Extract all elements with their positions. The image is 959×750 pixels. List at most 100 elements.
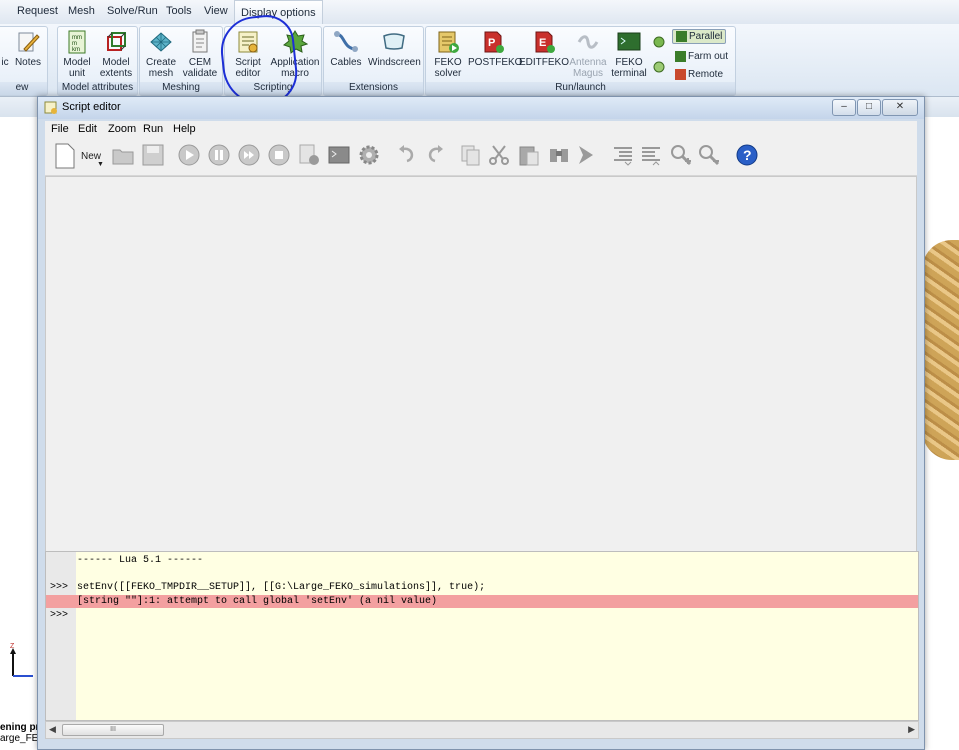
paste-icon[interactable] bbox=[517, 143, 541, 167]
windscreen-label: Windscreen bbox=[368, 57, 421, 68]
console-command-line: >>> setEnv([[FEKO_TMPDIR__SETUP]], [[G:\L… bbox=[46, 581, 918, 594]
save-icon[interactable] bbox=[141, 143, 165, 167]
ribbon-group-model-attributes: mm m km Model unit Model extents Model att… bbox=[57, 26, 138, 96]
redo-icon[interactable] bbox=[423, 143, 447, 167]
ribbon-group-meshing: Create mesh CEM validate Meshing bbox=[139, 26, 223, 96]
editfeko-button[interactable]: E EDITFEKO bbox=[519, 29, 569, 68]
console-prompt: >>> bbox=[50, 582, 69, 593]
console-gutter bbox=[46, 552, 76, 720]
ribbon: ic Notes ew mm m km Model unit Model exten… bbox=[0, 24, 959, 97]
script-editor-window: Script editor – □ ✕ File Edit Zoom Run Hel… bbox=[37, 96, 925, 750]
main-menubar: Request Mesh Solve/Run Tools View Displa… bbox=[0, 0, 959, 25]
new-document-icon bbox=[55, 143, 75, 169]
editor-menu-help[interactable]: Help bbox=[173, 123, 196, 135]
cem-validate-label: CEM validate bbox=[182, 57, 218, 79]
menu-view[interactable]: View bbox=[204, 5, 228, 17]
help-icon[interactable]: ? bbox=[735, 143, 759, 167]
zoom-in-icon[interactable] bbox=[669, 143, 693, 167]
undo-icon[interactable] bbox=[395, 143, 419, 167]
parallel-icon bbox=[676, 31, 687, 42]
run-selection-icon[interactable] bbox=[297, 143, 321, 167]
script-editor-window-icon bbox=[44, 101, 57, 114]
feko-terminal-button[interactable]: FEKO terminal bbox=[609, 29, 649, 79]
windscreen-icon bbox=[383, 33, 405, 50]
svg-text:km: km bbox=[72, 47, 80, 53]
open-icon[interactable] bbox=[111, 143, 135, 167]
horizontal-scrollbar[interactable]: ◀ III ▶ bbox=[45, 721, 919, 739]
console-header: ------ Lua 5.1 ------ bbox=[77, 555, 204, 566]
new-button[interactable]: New ▼ bbox=[53, 141, 105, 171]
cut-icon[interactable] bbox=[487, 143, 511, 167]
axis-z-label: Z bbox=[10, 643, 15, 650]
create-mesh-icon bbox=[150, 32, 172, 52]
editor-toolbar: New ▼ ? bbox=[45, 137, 917, 176]
windscreen-button[interactable]: Windscreen bbox=[368, 29, 421, 68]
feko-solver-label: FEKO solver bbox=[434, 57, 462, 79]
remote-button[interactable]: Remote bbox=[675, 69, 723, 80]
menu-mesh[interactable]: Mesh bbox=[68, 5, 95, 17]
console-header-line: ------ Lua 5.1 ------ bbox=[46, 554, 918, 567]
indent-icon[interactable] bbox=[611, 143, 635, 167]
editor-menu-zoom[interactable]: Zoom bbox=[108, 123, 136, 135]
svg-text:E: E bbox=[539, 37, 546, 49]
small-gear-icon[interactable] bbox=[652, 35, 666, 49]
window-titlebar[interactable]: Script editor – □ ✕ bbox=[38, 97, 924, 119]
postfeko-icon: P bbox=[484, 31, 504, 53]
menu-tools[interactable]: Tools bbox=[166, 5, 192, 17]
remote-label: Remote bbox=[688, 69, 724, 81]
scroll-right-icon[interactable]: ▶ bbox=[908, 724, 915, 735]
menu-request[interactable]: Request bbox=[17, 5, 58, 17]
pause-icon[interactable] bbox=[207, 143, 231, 167]
editfeko-label: EDITFEKO bbox=[519, 57, 570, 68]
cem-validate-button[interactable]: CEM validate bbox=[180, 29, 220, 79]
minimize-button[interactable]: – bbox=[832, 99, 856, 116]
editor-menu-file[interactable]: File bbox=[51, 123, 69, 135]
editor-menu-run[interactable]: Run bbox=[143, 123, 163, 135]
maximize-button[interactable]: □ bbox=[857, 99, 881, 116]
status-line-1: ening pr bbox=[0, 722, 40, 733]
notes-icon bbox=[18, 32, 40, 52]
group-label-meshing: Meshing bbox=[140, 82, 222, 95]
copy-icon[interactable] bbox=[459, 143, 483, 167]
axis-triad-icon: Z bbox=[10, 643, 33, 677]
zoom-out-icon[interactable] bbox=[697, 143, 721, 167]
settings-gear-icon[interactable] bbox=[357, 143, 381, 167]
scroll-thumb[interactable]: III bbox=[62, 724, 164, 736]
ribbon-button-partial-label: ic bbox=[1, 57, 9, 68]
cables-button[interactable]: Cables bbox=[328, 29, 364, 68]
run-icon[interactable] bbox=[177, 143, 201, 167]
script-text-area[interactable] bbox=[45, 176, 917, 552]
find-next-icon[interactable] bbox=[575, 143, 599, 167]
console-error: [string ""]:1: attempt to call global 's… bbox=[77, 596, 438, 607]
group-label-view: ew bbox=[0, 82, 47, 95]
antenna-magus-button[interactable]: Antenna Magus bbox=[568, 29, 608, 79]
feko-terminal-icon bbox=[617, 32, 641, 51]
parallel-button[interactable]: Parallel bbox=[672, 29, 727, 45]
model-unit-button[interactable]: mm m km Model unit bbox=[58, 29, 96, 79]
lua-console[interactable]: ------ Lua 5.1 ------ >>> setEnv([[FEKO_T… bbox=[45, 551, 919, 721]
svg-text:P: P bbox=[488, 37, 495, 49]
feko-solver-button[interactable]: FEKO solver bbox=[428, 29, 468, 79]
model-extents-button[interactable]: Model extents bbox=[96, 29, 136, 79]
console-icon[interactable] bbox=[327, 143, 351, 167]
close-button[interactable]: ✕ bbox=[882, 99, 918, 116]
console-command: setEnv([[FEKO_TMPDIR__SETUP]], [[G:\Larg… bbox=[77, 582, 486, 593]
find-icon[interactable] bbox=[547, 143, 571, 167]
group-label-model-attributes: Model attributes bbox=[58, 82, 137, 95]
stop-icon[interactable] bbox=[267, 143, 291, 167]
outdent-icon[interactable] bbox=[639, 143, 663, 167]
parallel-label: Parallel bbox=[689, 31, 723, 43]
create-mesh-button[interactable]: Create mesh bbox=[141, 29, 181, 79]
feko-terminal-label: FEKO terminal bbox=[611, 57, 647, 79]
cem-validate-icon bbox=[192, 29, 208, 53]
farm-out-button[interactable]: Farm out bbox=[675, 51, 728, 62]
menu-solve-run[interactable]: Solve/Run bbox=[107, 5, 158, 17]
notes-button[interactable]: Notes bbox=[13, 29, 43, 68]
step-icon[interactable] bbox=[237, 143, 261, 167]
ribbon-group-view: ic Notes ew bbox=[0, 26, 48, 96]
small-globe-icon[interactable] bbox=[652, 60, 666, 74]
editor-menu-edit[interactable]: Edit bbox=[78, 123, 97, 135]
editfeko-icon: E bbox=[535, 31, 555, 53]
postfeko-button[interactable]: P POSTFEKO bbox=[468, 29, 522, 68]
scroll-left-icon[interactable]: ◀ bbox=[49, 724, 56, 735]
